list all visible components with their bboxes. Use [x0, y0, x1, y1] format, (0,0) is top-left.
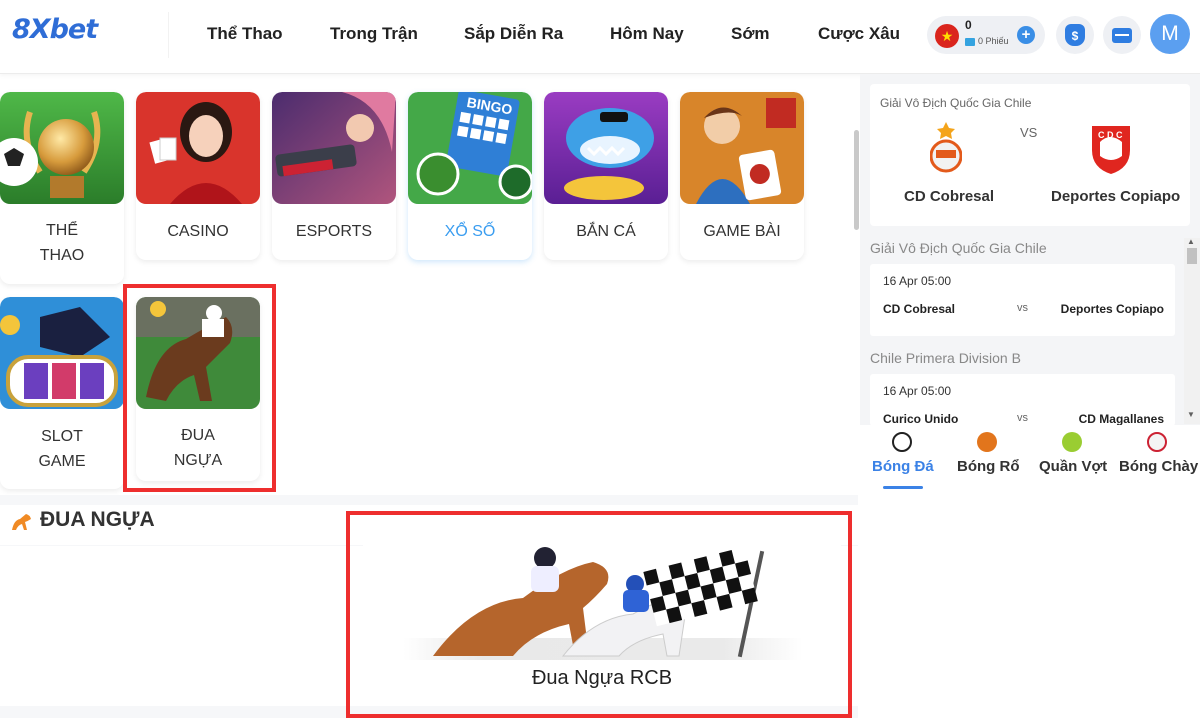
tile-label-line: GAME: [38, 453, 86, 470]
match-time: 16 Apr 05:00: [883, 384, 952, 398]
active-tab-indicator: [883, 486, 923, 489]
vs-label: vs: [1017, 412, 1028, 424]
league-header: Giải Vô Địch Quốc Gia Chile: [870, 240, 1047, 256]
tile-label-line: XỔ SỐ: [444, 223, 496, 240]
credit-card-icon: [1112, 27, 1132, 43]
wallet-amount: 0: [965, 18, 972, 32]
game-tile-casino[interactable]: CASINO: [136, 92, 260, 260]
horse-section-icon: [12, 514, 31, 530]
game-tile-esports[interactable]: ESPORTS: [272, 92, 396, 260]
money-bag-button[interactable]: $: [1056, 16, 1094, 54]
tile-label-line: CASINO: [167, 223, 229, 240]
cobresal-crest-icon: [930, 122, 962, 173]
tab-bong-chay[interactable]: Bóng Chày: [1119, 458, 1198, 475]
tile-label-line: GAME BÀI: [703, 223, 781, 240]
card-game-icon: [680, 92, 804, 204]
game-tile-ban-ca[interactable]: BẮN CÁ: [544, 92, 668, 260]
tab-bong-ro[interactable]: Bóng Rổ: [957, 458, 1019, 475]
basketball-icon: [977, 432, 997, 452]
deposit-plus-button[interactable]: +: [1017, 26, 1035, 44]
away-team: Deportes Copiapo: [1060, 302, 1164, 316]
featured-away-team: Deportes Copiapo: [1051, 188, 1181, 205]
nav-cuoc-xau[interactable]: Cược Xâu: [818, 24, 900, 44]
baseball-icon: [1147, 432, 1167, 452]
tile-label-line: ESPORTS: [295, 223, 373, 240]
vs-label: vs: [1017, 302, 1028, 314]
game-tile-game-bai[interactable]: GAME BÀI: [680, 92, 804, 260]
home-team: Curico Unido: [883, 412, 959, 426]
main-scrollbar[interactable]: [854, 130, 859, 230]
scroll-thumb[interactable]: [1187, 248, 1197, 264]
soccer-ball-icon: [892, 432, 912, 452]
game-tile-the-thao[interactable]: THỂ THAO: [0, 92, 124, 284]
sports-trophy-icon: [0, 92, 124, 204]
fishing-shark-icon: [544, 92, 668, 204]
avatar[interactable]: M: [1150, 14, 1190, 54]
match-time: 16 Apr 05:00: [883, 274, 952, 288]
lottery-bingo-icon: BINGO: [408, 92, 532, 204]
featured-match-card[interactable]: Giải Vô Địch Quốc Gia Chile VS C D C CD …: [870, 84, 1190, 226]
card-button[interactable]: [1103, 16, 1141, 54]
match-row[interactable]: 16 Apr 05:00 CD Cobresal vs Deportes Cop…: [870, 264, 1175, 336]
tile-label-line: THAO: [39, 247, 85, 264]
site-logo[interactable]: 8Xbet: [12, 14, 98, 45]
nav-sap-dien-ra[interactable]: Sắp Diễn Ra: [464, 24, 563, 44]
tab-bong-da[interactable]: Bóng Đá: [872, 458, 934, 475]
esports-hero-icon: [272, 92, 396, 204]
slot-anubis-icon: [0, 297, 124, 409]
game-tile-xo-so[interactable]: BINGO XỔ SỐ: [408, 92, 532, 260]
ticket-icon: [965, 37, 975, 46]
sidebar-scrollbar[interactable]: ▲ ▼: [1184, 237, 1200, 424]
featured-league: Giải Vô Địch Quốc Gia Chile: [880, 96, 1032, 110]
tile-label-line: THỂ: [46, 222, 78, 239]
game-tile-slot-game[interactable]: SLOT GAME: [0, 297, 124, 489]
top-navigation-bar: 8Xbet Thể Thao Trong Trận Sắp Diễn Ra Hô…: [0, 0, 1200, 74]
ticket-count: 0 Phiếu: [965, 36, 1009, 46]
nav-som[interactable]: Sớm: [731, 24, 770, 44]
nav-trong-tran[interactable]: Trong Trận: [330, 24, 418, 44]
match-row[interactable]: 16 Apr 05:00 Curico Unido vs CD Magallan…: [870, 374, 1175, 426]
highlight-box-provider: [346, 511, 852, 718]
featured-home-team: CD Cobresal: [904, 188, 995, 205]
away-team: CD Magallanes: [1078, 412, 1164, 426]
casino-dealer-icon: [136, 92, 260, 204]
svg-text:C D C: C D C: [1098, 130, 1123, 140]
scroll-up-icon[interactable]: ▲: [1187, 237, 1195, 246]
money-bag-icon: $: [1065, 24, 1085, 46]
featured-vs: VS: [1020, 125, 1038, 140]
wallet-balance[interactable]: ★ 0 0 Phiếu +: [927, 16, 1045, 54]
tennis-ball-icon: [1062, 432, 1082, 452]
nav-the-thao[interactable]: Thể Thao: [207, 24, 283, 44]
tile-label-line: BẮN CÁ: [576, 223, 636, 240]
copiapo-crest-icon: C D C: [1092, 126, 1130, 174]
tab-quan-vot[interactable]: Quần Vợt: [1039, 458, 1107, 475]
highlight-box-dua-ngua-tile: [123, 284, 276, 492]
logo-divider: [168, 12, 169, 58]
vietnam-flag-icon: ★: [935, 24, 959, 48]
tile-label-line: SLOT: [41, 428, 83, 445]
home-team: CD Cobresal: [883, 302, 956, 316]
league-header: Chile Primera Division B: [870, 350, 1021, 366]
nav-hom-nay[interactable]: Hôm Nay: [610, 24, 684, 44]
scroll-down-icon[interactable]: ▼: [1187, 410, 1195, 419]
section-title: ĐUA NGỰA: [40, 508, 155, 531]
